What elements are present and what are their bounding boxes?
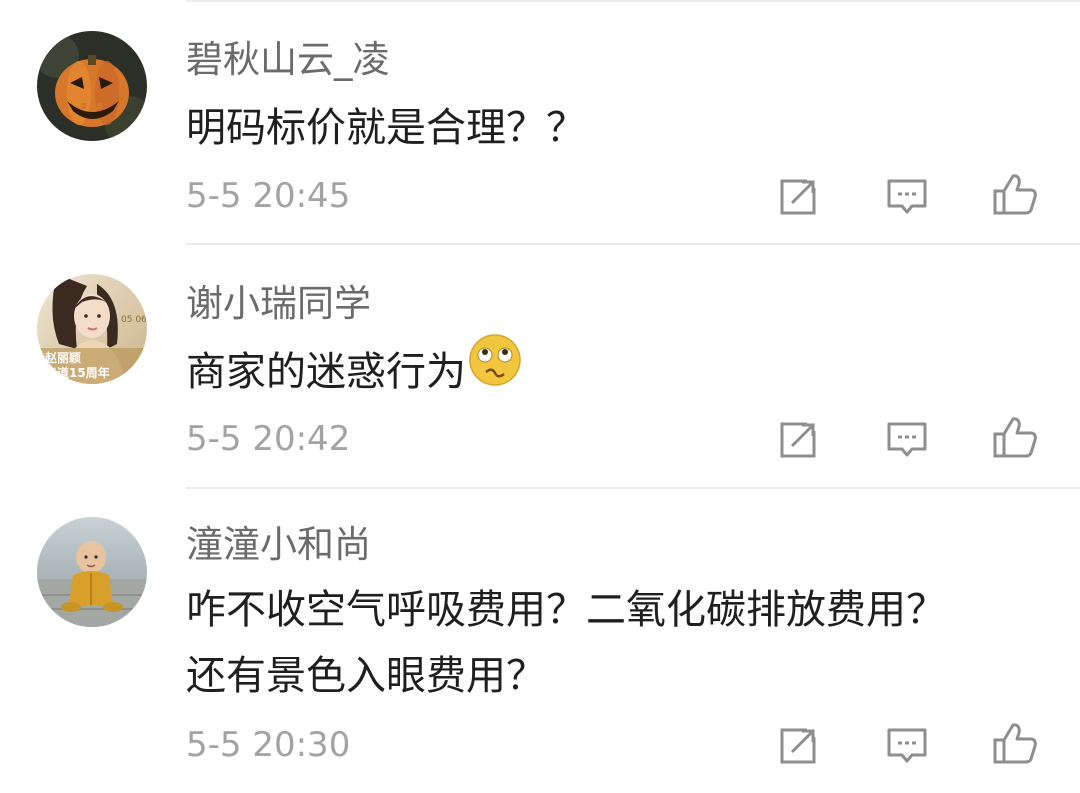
reply-button[interactable]: [884, 723, 930, 769]
portrait-avatar-image: 赵丽颖 出道15周年 05 06: [37, 274, 147, 384]
like-button[interactable]: [992, 721, 1038, 767]
reply-icon: [887, 179, 927, 214]
username[interactable]: 谢小瑞同学: [186, 285, 371, 322]
like-icon: [993, 723, 1037, 764]
comment-text: 咋不收空气呼吸费用？二氧化碳排放费用？ 还有景色入眼费用？: [186, 577, 1046, 709]
comment-text-line-1: 咋不收空气呼吸费用？二氧化碳排放费用？: [186, 587, 946, 633]
username[interactable]: 碧秋山云_凌: [186, 41, 390, 78]
comment-item-3: 潼潼小和尚 咋不收空气呼吸费用？二氧化碳排放费用？ 还有景色入眼费用？ 5-5 …: [0, 490, 1080, 793]
reply-icon: [887, 728, 927, 763]
timestamp: 5-5 20:42: [186, 419, 351, 459]
reply-button[interactable]: [884, 174, 930, 220]
comment-text: 明码标价就是合理？？: [186, 105, 586, 151]
child-monk-avatar-image: [37, 517, 147, 627]
reply-button[interactable]: [884, 417, 930, 463]
timestamp: 5-5 20:45: [186, 176, 351, 216]
divider: [186, 487, 1080, 489]
avatar[interactable]: [37, 517, 147, 627]
confused-face-emoji-icon: [468, 333, 522, 407]
timestamp: 5-5 20:30: [186, 725, 351, 765]
repost-button[interactable]: [775, 417, 821, 463]
username[interactable]: 潼潼小和尚: [186, 526, 371, 563]
avatar[interactable]: [37, 31, 147, 141]
repost-icon: [780, 179, 816, 215]
avatar[interactable]: 赵丽颖 出道15周年 05 06: [37, 274, 147, 384]
repost-button[interactable]: [775, 723, 821, 769]
svg-text:出道15周年: 出道15周年: [45, 365, 110, 380]
like-button[interactable]: [992, 415, 1038, 461]
comment-text-content: 商家的迷惑行为: [186, 349, 466, 395]
reply-icon: [887, 422, 927, 457]
comment-text-line-2: 还有景色入眼费用？: [186, 653, 546, 699]
like-icon: [993, 417, 1037, 458]
like-icon: [993, 174, 1037, 215]
comment-text: 商家的迷惑行为: [186, 334, 1046, 411]
comment-item-1: 碧秋山云_凌 明码标价就是合理？？ 5-5 20:45: [0, 0, 1080, 245]
like-button[interactable]: [992, 172, 1038, 218]
comment-item-2: 赵丽颖 出道15周年 05 06 谢小瑞同学 商家的迷惑行为 5-5 20:42: [0, 245, 1080, 490]
svg-text:赵丽颖: 赵丽颖: [44, 350, 81, 365]
repost-button[interactable]: [775, 174, 821, 220]
svg-text:05 06: 05 06: [121, 315, 147, 325]
repost-icon: [780, 422, 816, 458]
repost-icon: [780, 728, 816, 764]
pumpkin-avatar-image: [37, 31, 147, 141]
